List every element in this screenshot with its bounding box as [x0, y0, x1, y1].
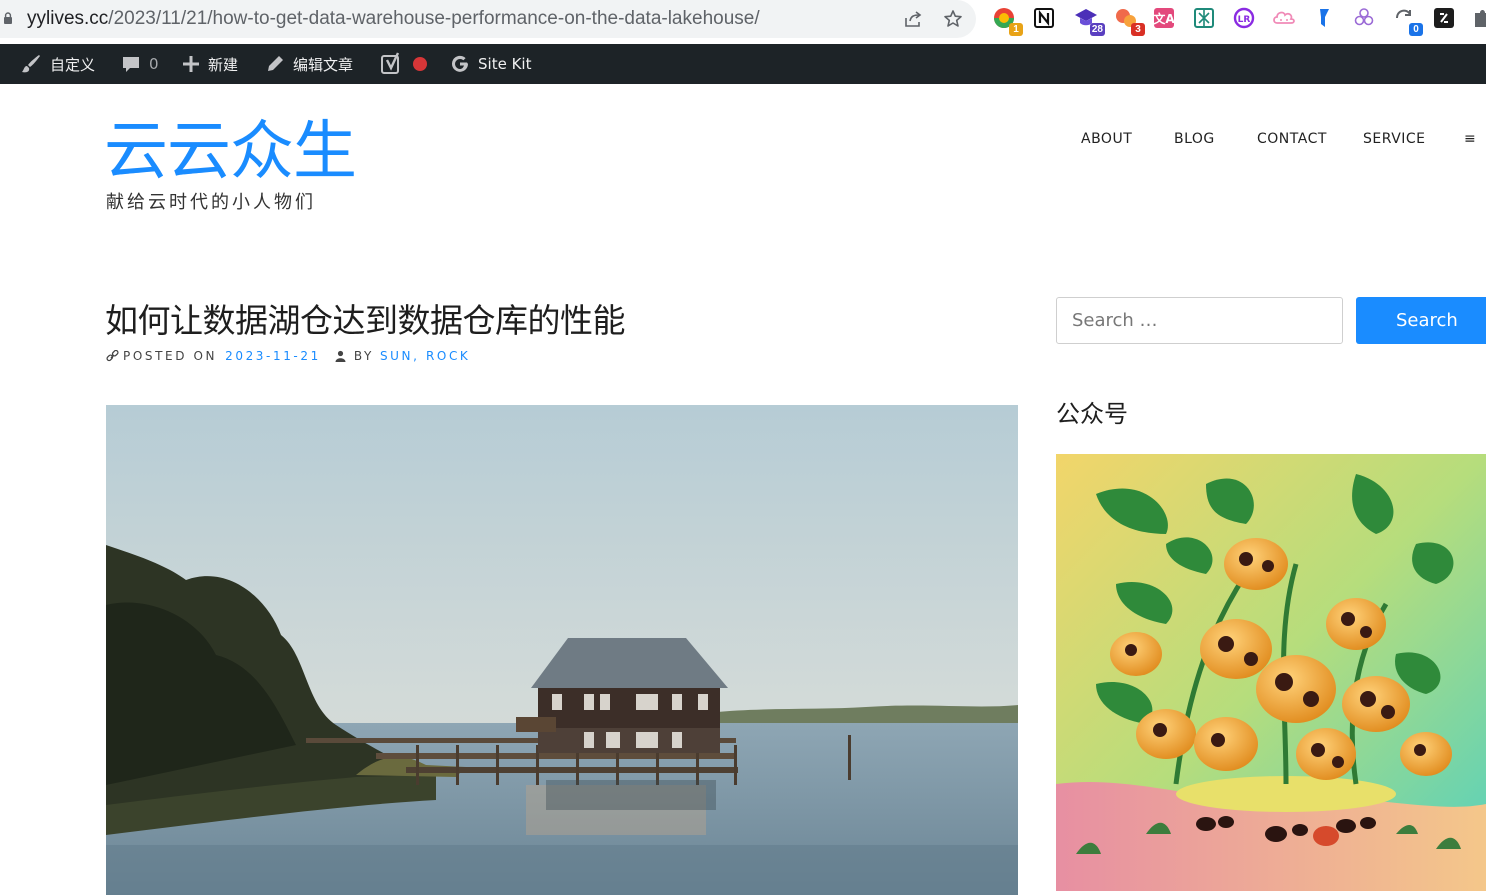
seo-status-dot-icon — [413, 57, 427, 71]
extension-badge: 28 — [1089, 23, 1105, 36]
nav-blog[interactable]: BLOG — [1174, 131, 1215, 147]
nav-service[interactable]: SERVICE — [1363, 131, 1426, 147]
customize-link[interactable]: 自定义 — [20, 44, 95, 84]
site-kit-link[interactable]: Site Kit — [450, 44, 531, 84]
extension-flag-icon[interactable] — [1311, 5, 1337, 31]
browser-toolbar: yylives.cc/2023/11/21/how-to-get-data-wa… — [0, 0, 1486, 40]
site-description: 献给云时代的小人物们 — [106, 192, 316, 213]
extension-cloud-icon[interactable] — [1271, 5, 1297, 31]
url-host: yylives.cc — [27, 8, 109, 29]
extension-sync-icon[interactable]: 0 — [1391, 5, 1423, 36]
extension-badge: 3 — [1131, 23, 1145, 36]
extension-bubbles-icon[interactable]: 3 — [1113, 5, 1145, 36]
author-link[interactable]: SUN, ROCK — [380, 349, 470, 363]
extension-lr-icon[interactable]: LR — [1231, 5, 1257, 31]
new-content-link[interactable]: 新建 — [182, 44, 238, 84]
address-bar[interactable]: yylives.cc/2023/11/21/how-to-get-data-wa… — [0, 0, 976, 38]
edit-post-label: 编辑文章 — [293, 55, 354, 74]
yoast-seo-menu[interactable] — [380, 44, 428, 84]
post-meta: POSTED ON 2023-11-21 BY SUN, ROCK — [106, 349, 470, 363]
posted-on-label: POSTED ON — [123, 349, 218, 363]
customize-label: 自定义 — [50, 55, 96, 74]
link-icon — [106, 349, 119, 361]
extension-chrome-colors-icon[interactable]: 1 — [991, 5, 1023, 36]
google-g-icon — [452, 55, 468, 72]
nav-contact[interactable]: CONTACT — [1257, 131, 1327, 147]
post-title: 如何让数据湖仓达到数据仓库的性能 — [105, 301, 626, 340]
comment-bubble-icon — [123, 57, 139, 72]
comments-link[interactable]: 0 — [121, 44, 159, 84]
edit-post-link[interactable]: 编辑文章 — [265, 44, 353, 84]
url-text[interactable]: yylives.cc/2023/11/21/how-to-get-data-wa… — [27, 8, 760, 30]
site-title[interactable]: 云云众生 — [104, 114, 357, 190]
wp-admin-bar: 自定义 0 新建 编辑文章 Site Kit — [0, 44, 1486, 84]
paintbrush-icon — [22, 55, 40, 73]
comments-count: 0 — [149, 55, 159, 73]
user-icon — [335, 350, 346, 362]
site-kit-label: Site Kit — [478, 55, 532, 73]
extensions-puzzle-icon[interactable] — [1469, 5, 1486, 31]
extension-badge: 1 — [1009, 23, 1023, 36]
wechat-account-image — [1056, 454, 1486, 891]
pencil-icon — [268, 56, 283, 71]
widget-title: 公众号 — [1056, 400, 1128, 428]
nav-about[interactable]: ABOUT — [1081, 131, 1132, 147]
url-path: /2023/11/21/how-to-get-data-warehouse-pe… — [108, 8, 760, 29]
extension-notion-icon[interactable] — [1031, 5, 1057, 31]
extension-graduation-cap-icon[interactable]: 28 — [1073, 5, 1105, 36]
by-label: BY — [353, 349, 374, 363]
featured-image — [106, 405, 1018, 895]
bookmark-star-icon[interactable] — [940, 6, 966, 32]
plus-icon — [183, 56, 199, 72]
search-button[interactable]: Search — [1356, 297, 1486, 344]
svg-text:LR: LR — [1238, 15, 1251, 25]
new-label: 新建 — [208, 55, 239, 74]
lock-icon[interactable] — [4, 12, 12, 24]
share-icon[interactable] — [900, 6, 926, 32]
search-input[interactable] — [1056, 297, 1343, 344]
extension-grid-icon[interactable] — [1191, 5, 1217, 31]
extension-openai-icon[interactable] — [1351, 5, 1377, 31]
extension-badge: 0 — [1409, 23, 1423, 36]
extension-dark-box-icon[interactable] — [1431, 5, 1457, 31]
extension-translate-icon[interactable]: 文A — [1151, 5, 1177, 31]
yoast-icon — [381, 52, 400, 74]
post-date-link[interactable]: 2023-11-21 — [225, 349, 321, 363]
menu-toggle-icon[interactable]: ≡ — [1464, 131, 1476, 147]
svg-text:文A: 文A — [1153, 11, 1175, 26]
